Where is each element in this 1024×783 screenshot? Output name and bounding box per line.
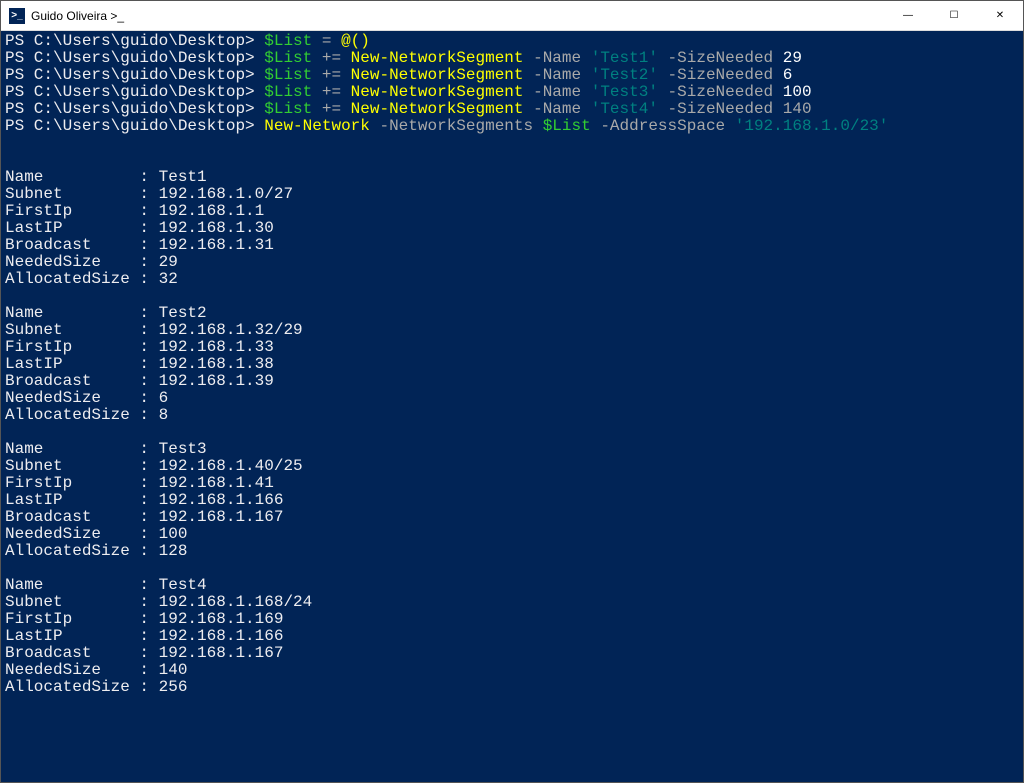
variable: $List	[543, 117, 591, 135]
string: '192.168.1.0/23'	[735, 117, 889, 135]
maximize-button[interactable]: ☐	[931, 1, 977, 30]
number: 100	[783, 83, 812, 101]
cmdlet: New-NetworkSegment	[351, 66, 524, 84]
window-controls: — ☐ ✕	[885, 1, 1023, 30]
cmdlet: New-NetworkSegment	[351, 100, 524, 118]
array-literal: @()	[341, 32, 370, 50]
powershell-window: >_ Guido Oliveira >_ — ☐ ✕ PS C:\Users\g…	[0, 0, 1024, 783]
string: 'Test3'	[591, 83, 658, 101]
variable: $List	[264, 66, 312, 84]
number: 6	[783, 66, 793, 84]
string: 'Test2'	[591, 66, 658, 84]
operator: +=	[312, 100, 350, 118]
param-name: -AddressSpace	[591, 117, 735, 135]
variable: $List	[264, 83, 312, 101]
cmdlet: New-NetworkSegment	[351, 83, 524, 101]
variable: $List	[264, 49, 312, 67]
param-name: -SizeNeeded	[658, 100, 783, 118]
prompt: PS C:\Users\guido\Desktop>	[5, 32, 264, 50]
terminal-area[interactable]: PS C:\Users\guido\Desktop> $List = @() P…	[1, 31, 1023, 782]
variable: $List	[264, 32, 312, 50]
param-name: -Name	[524, 83, 591, 101]
close-icon: ✕	[996, 10, 1004, 21]
param-name: -SizeNeeded	[658, 83, 783, 101]
prompt: PS C:\Users\guido\Desktop>	[5, 100, 264, 118]
prompt: PS C:\Users\guido\Desktop>	[5, 83, 264, 101]
cmdlet: New-Network	[264, 117, 370, 135]
operator: +=	[312, 49, 350, 67]
number: 140	[783, 100, 812, 118]
param-name: -SizeNeeded	[658, 66, 783, 84]
operator: +=	[312, 66, 350, 84]
prompt: PS C:\Users\guido\Desktop>	[5, 49, 264, 67]
string: 'Test4'	[591, 100, 658, 118]
variable: $List	[264, 100, 312, 118]
number: 29	[783, 49, 802, 67]
operator: +=	[312, 83, 350, 101]
prompt: PS C:\Users\guido\Desktop>	[5, 117, 264, 135]
prompt: PS C:\Users\guido\Desktop>	[5, 66, 264, 84]
maximize-icon: ☐	[950, 10, 959, 21]
param-name: -Name	[524, 49, 591, 67]
param-name: -NetworkSegments	[370, 117, 543, 135]
param-name: -Name	[524, 66, 591, 84]
cmdlet: New-NetworkSegment	[351, 49, 524, 67]
minimize-button[interactable]: —	[885, 1, 931, 30]
string: 'Test1'	[591, 49, 658, 67]
param-name: -Name	[524, 100, 591, 118]
window-title: Guido Oliveira >_	[31, 9, 885, 23]
operator: =	[312, 32, 341, 50]
titlebar[interactable]: >_ Guido Oliveira >_ — ☐ ✕	[1, 1, 1023, 31]
param-name: -SizeNeeded	[658, 49, 783, 67]
close-button[interactable]: ✕	[977, 1, 1023, 30]
minimize-icon: —	[903, 10, 913, 21]
output-block: Name : Test1 Subnet : 192.168.1.0/27 Fir…	[5, 168, 312, 696]
powershell-icon: >_	[9, 8, 25, 24]
